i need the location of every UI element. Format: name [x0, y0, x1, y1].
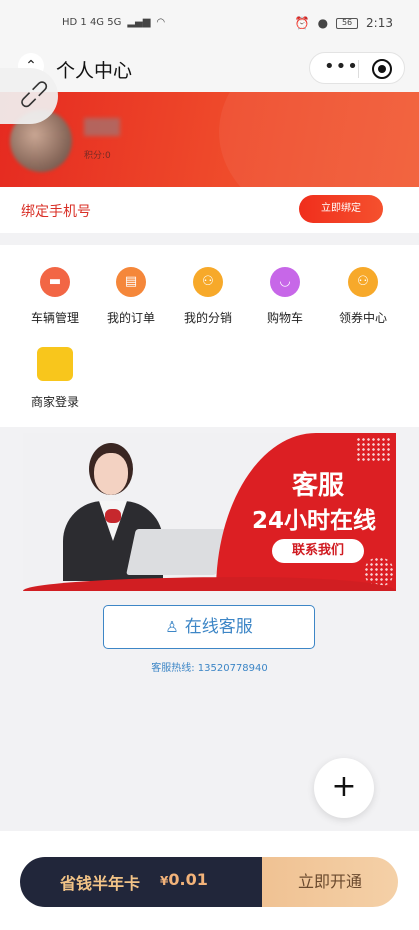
coupon-icon: ⚇ [348, 267, 378, 297]
menu-item-distribution[interactable]: ⚇ 我的分销 [170, 267, 246, 326]
price-value: 0.01 [168, 870, 208, 889]
banner-headline: 客服 [291, 471, 344, 501]
membership-info: 省钱半年卡 ¥0.01 [20, 857, 262, 907]
location-icon: ● [317, 16, 329, 30]
menu-item-label: 领券中心 [338, 311, 387, 325]
menu-item-orders[interactable]: ▤ 我的订单 [93, 267, 169, 326]
network-text: HD 1 4G 5G [62, 17, 122, 28]
floating-link-button[interactable]: ⊂⊃ [0, 68, 58, 124]
bind-phone-label: 绑定手机号 [21, 204, 91, 220]
function-menu: ▬ 车辆管理 ▤ 我的订单 ⚇ 我的分销 ◡ 购物车 ⚇ 领券中心 商家登录 [0, 245, 419, 427]
online-service-button[interactable]: ♙ 在线客服 [103, 605, 315, 649]
contact-us-button[interactable]: 联系我们 [272, 539, 364, 563]
points-label: 积分:0 [84, 151, 111, 161]
truck-icon: ▬ [40, 267, 70, 297]
banner-subheadline: 24小时在线 [251, 508, 376, 534]
signal-icon: ▂▄▆ [127, 17, 151, 28]
menu-item-coupons[interactable]: ⚇ 领券中心 [325, 267, 401, 326]
cart-icon: ◡ [270, 267, 300, 297]
bind-now-button[interactable]: 立即绑定 [299, 195, 383, 223]
more-dots-icon[interactable]: ••• [324, 56, 359, 77]
status-bar: HD 1 4G 5G ▂▄▆ ◠ ⏰ ● 56 2:13 [0, 0, 419, 46]
mini-program-capsule: ••• [309, 52, 405, 84]
target-close-icon[interactable] [372, 59, 392, 79]
open-now-button[interactable]: 立即开通 [262, 857, 398, 907]
membership-card-bar: 省钱半年卡 ¥0.01 立即开通 [20, 857, 398, 907]
link-icon: ⊂⊃ [12, 72, 57, 117]
page-title: 个人中心 [56, 60, 133, 82]
plus-icon[interactable]: + [314, 758, 374, 818]
order-icon: ▤ [116, 267, 146, 297]
bottom-bar: 省钱半年卡 ¥0.01 立即开通 [0, 831, 419, 930]
system-indicators: ⏰ ● 56 2:13 [295, 16, 393, 30]
menu-item-cart[interactable]: ◡ 购物车 [247, 267, 323, 326]
hotline-text: 客服热线: 13520778940 [151, 663, 268, 674]
menu-item-merchant-login[interactable]: 商家登录 [17, 347, 93, 410]
menu-item-label: 车辆管理 [30, 311, 79, 325]
online-service-label: 在线客服 [184, 617, 253, 637]
nav-bar: ⌃ 个人中心 ••• [0, 46, 419, 92]
distribution-icon: ⚇ [193, 267, 223, 297]
network-indicators: HD 1 4G 5G ▂▄▆ ◠ [62, 17, 165, 28]
membership-name: 省钱半年卡 [60, 874, 141, 893]
bind-phone-row: 绑定手机号 立即绑定 [0, 187, 419, 233]
username-blurred [84, 118, 120, 136]
menu-item-label: 我的订单 [106, 311, 155, 325]
header-decoration [219, 92, 419, 187]
person-icon: ♙ [165, 618, 179, 636]
menu-item-vehicle[interactable]: ▬ 车辆管理 [17, 267, 93, 326]
battery-icon: 56 [336, 17, 359, 29]
wifi-icon: ◠ [156, 17, 166, 28]
capsule-divider [358, 60, 359, 78]
profile-header: 积分:0 [0, 92, 419, 187]
menu-item-label: 我的分销 [183, 311, 232, 325]
store-icon [37, 347, 73, 381]
dot-pattern [356, 437, 390, 461]
menu-item-label: 商家登录 [30, 395, 79, 409]
customer-service-banner[interactable]: 客服 24小时在线 联系我们 [23, 433, 396, 591]
menu-item-label: 购物车 [266, 311, 303, 325]
clock: 2:13 [366, 16, 393, 30]
membership-price: ¥0.01 [160, 870, 208, 889]
laptop-illustration [126, 529, 226, 575]
alarm-icon: ⏰ [294, 16, 310, 30]
